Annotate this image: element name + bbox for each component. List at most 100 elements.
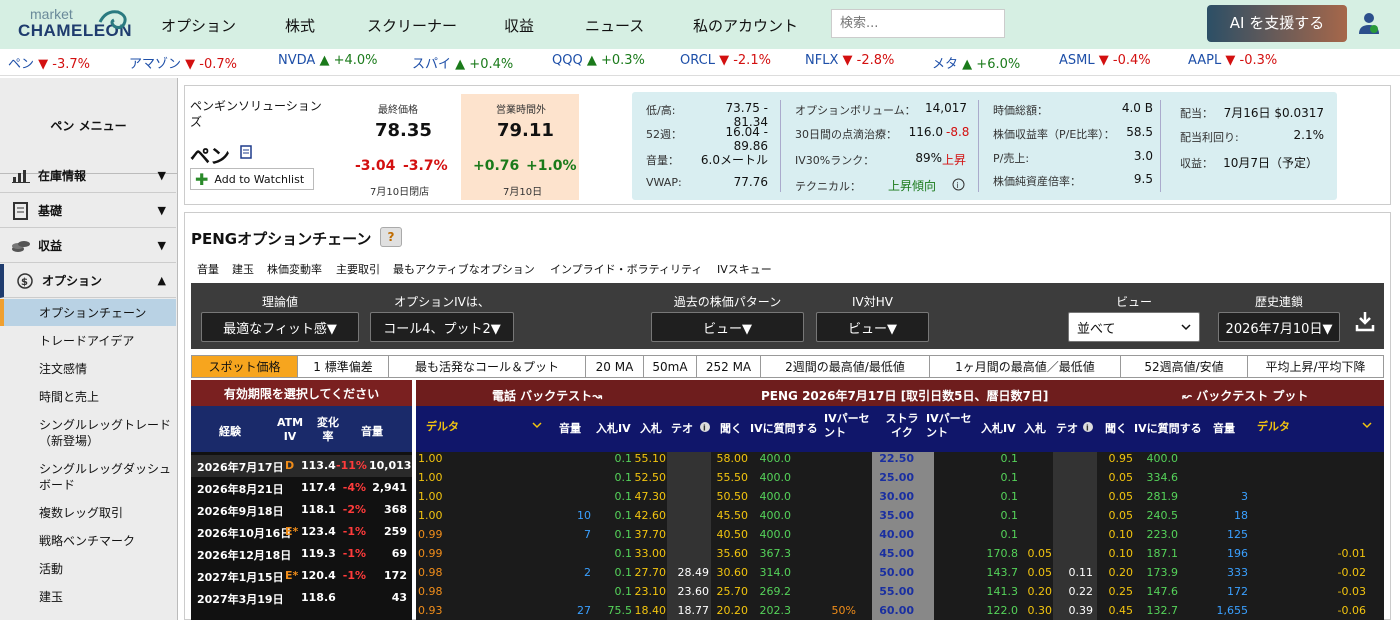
calls-backtest-link[interactable]: 電話 バックテスト↝ (492, 387, 602, 404)
nav-options[interactable]: オプション (161, 15, 236, 36)
rank-note: 上昇 (942, 153, 967, 167)
call-ask-cell: 45.50 (716, 509, 749, 522)
expiration-row[interactable]: 2027年3月19日 118.6 43 (191, 587, 412, 609)
expiration-row[interactable]: 2026年12月18日 119.3 -1% 69 (191, 543, 412, 565)
filter-1mo-high-low[interactable]: 1ヶ月間の最高値／最低値 (930, 356, 1121, 377)
tab-open-interest[interactable]: 建玉 (232, 261, 254, 277)
chain-row[interactable]: 1.00 0.1 55.10 58.00 400.0 22.50 0.1 0.95 400.0 (416, 449, 1384, 468)
info-icon[interactable]: i (1082, 421, 1094, 433)
ticker-item[interactable]: NVDA ▲ +4.0% (278, 53, 378, 68)
after-hours-change: +0.76 (473, 158, 520, 174)
sidebar-item-option-chain[interactable]: オプションチェーン (39, 305, 173, 321)
info-icon[interactable]: i (699, 421, 711, 433)
filter-252ma[interactable]: 252 MA (697, 356, 761, 377)
sidebar-item-trade-ideas[interactable]: トレードアイデア (39, 333, 173, 349)
nav-screeners[interactable]: スクリーナー (367, 15, 457, 36)
iv-hv-dropdown[interactable]: ビュー▼ (816, 312, 929, 342)
sidebar-item-multi-leg-trades[interactable]: 複数レッグ取引 (39, 505, 173, 521)
sidebar-section-stock-info[interactable]: 在庫情報 ▼ (0, 159, 176, 193)
sidebar-item-time-sales[interactable]: 時間と売上 (39, 389, 173, 405)
document-icon[interactable] (240, 145, 252, 159)
ticker-item[interactable]: ORCL ▼ -2.1% (680, 53, 771, 68)
chain-row[interactable]: 0.98 0.1 23.10 23.60 25.70 269.2 55.00 141.3 0.2… (416, 582, 1384, 601)
sidebar-item-single-leg-dashboard[interactable]: シングルレッグダッシュボード (39, 461, 173, 493)
expiration-row[interactable]: 2027年1月15日 E* 120.4 -1% 172 (191, 565, 412, 587)
search-input[interactable] (831, 9, 1005, 38)
tab-most-active[interactable]: 最もアクティブなオプション (393, 261, 535, 277)
theo-dropdown[interactable]: 最適なフィット感▼ (201, 312, 359, 342)
expiration-row[interactable]: 2026年10月16日 E* 123.4 -1% 259 (191, 521, 412, 543)
chevron-down-icon[interactable] (532, 421, 542, 429)
sidebar-section-fundamentals[interactable]: 基礎 ▼ (0, 194, 176, 228)
add-to-watchlist-button[interactable]: ✚ Add to Watchlist (190, 168, 314, 190)
expiration-list: 有効期限を選択してください 経験 ATM IV 変化率 音量 2026年7月17… (191, 380, 412, 620)
nav-earnings[interactable]: 収益 (504, 15, 534, 36)
expiration-row[interactable]: 2026年9月18日 118.1 -2% 368 (191, 499, 412, 521)
col-put-delta[interactable]: デルタ (1257, 418, 1290, 434)
user-account-icon[interactable] (1358, 11, 1380, 35)
sidebar-item-order-sentiment[interactable]: 注文感情 (39, 361, 173, 377)
tab-volume[interactable]: 音量 (197, 261, 219, 277)
company-name: ペンギンソリューションズ (190, 99, 322, 129)
tab-iv-skew[interactable]: IVスキュー (717, 261, 772, 277)
filter-1-stddev[interactable]: 1 標準偏差 (298, 356, 389, 377)
sidebar-section-earnings[interactable]: 収益 ▼ (0, 229, 176, 263)
ai-assist-button[interactable]: AI を支援する (1207, 5, 1347, 42)
call-bid-cell: 18.40 (634, 604, 667, 617)
puts-backtest-link[interactable]: ↜ バックテスト プット (1182, 387, 1308, 404)
put-delta-cell: -0.06 (1337, 604, 1366, 617)
history-dropdown[interactable]: 2026年7月10日▼ (1218, 312, 1340, 342)
filter-50ma[interactable]: 50mA (644, 356, 697, 377)
ticker-item[interactable]: ペン ▼ -3.7% (8, 53, 90, 72)
chevron-down-icon[interactable] (1362, 421, 1372, 429)
tab-price-change[interactable]: 株価変動率 (267, 261, 322, 277)
ticker-item[interactable]: ASML ▼ -0.4% (1059, 53, 1151, 68)
expiration-row[interactable]: 2026年8月21日 117.4 -4% 2,941 (191, 477, 412, 499)
call-ask-cell: 40.50 (716, 528, 749, 541)
filter-52wk-high-low[interactable]: 52週高値/安値 (1121, 356, 1248, 377)
ticker-item[interactable]: メタ ▲ +6.0% (932, 53, 1020, 72)
info-icon[interactable]: i (952, 178, 965, 191)
filter-spot-price[interactable]: スポット価格 (192, 356, 298, 377)
chain-row[interactable]: 1.00 0.1 47.30 50.50 400.0 30.00 0.1 0.05 281.9 3 (416, 487, 1384, 506)
ticker-symbol: ペン (190, 144, 230, 168)
col-call-delta[interactable]: デルタ (426, 418, 459, 434)
filter-20ma[interactable]: 20 MA (586, 356, 644, 377)
last-date: 7月10日閉店 (370, 187, 430, 198)
call-ask-iv-cell: 314.0 (759, 566, 792, 579)
pattern-dropdown[interactable]: ビュー▼ (651, 312, 804, 342)
sidebar-item-single-leg-trades[interactable]: シングルレッグトレード（新登場） (39, 417, 173, 449)
ticker-item[interactable]: AAPL ▼ -0.3% (1188, 53, 1277, 68)
sidebar-section-options[interactable]: $ オプション ▲ (0, 264, 176, 298)
sidebar-item-open-interest[interactable]: 建玉 (39, 589, 173, 605)
nav-stocks[interactable]: 株式 (285, 15, 315, 36)
chain-row[interactable]: 0.99 7 0.1 37.70 40.50 400.0 40.00 0.1 0.10 223.0… (416, 525, 1384, 544)
chain-row[interactable]: 0.93 27 75.5 18.40 18.77 20.20 202.3 50% 60.00 12… (416, 601, 1384, 620)
ticker-item[interactable]: NFLX ▼ -2.8% (805, 53, 894, 68)
expiration-row[interactable]: 2026年7月17日 D 113.4 -11% 10,013 (191, 455, 412, 477)
filter-2wk-high-low[interactable]: 2週間の最高値/最低値 (761, 356, 930, 377)
iv-dropdown[interactable]: コール4、プット2▼ (370, 312, 514, 342)
chain-row[interactable]: 1.00 10 0.1 42.60 45.50 400.0 35.00 0.1 0.05 240.… (416, 506, 1384, 525)
tab-major-trades[interactable]: 主要取引 (336, 261, 380, 277)
nav-news[interactable]: ニュース (585, 15, 644, 36)
filter-most-active[interactable]: 最も活発なコール＆プット (389, 356, 586, 377)
ticker-item[interactable]: QQQ ▲ +0.3% (552, 53, 645, 68)
help-button[interactable]: ? (380, 227, 402, 247)
ticker-item[interactable]: アマゾン ▼ -0.7% (129, 53, 237, 72)
nav-my-account[interactable]: 私のアカウント (693, 15, 798, 36)
chain-row[interactable]: 0.98 2 0.1 27.70 28.49 30.60 314.0 50.00 143.7 0.… (416, 563, 1384, 582)
chain-row[interactable]: 1.00 0.1 52.50 55.50 400.0 25.00 0.1 0.05 334.6 (416, 468, 1384, 487)
download-icon[interactable] (1355, 310, 1375, 332)
chevron-down-icon (1181, 324, 1191, 331)
chain-row[interactable]: 0.99 0.1 33.00 35.60 367.3 45.00 170.8 0.05 0.10… (416, 544, 1384, 563)
sidebar-item-strategy-benchmarks[interactable]: 戦略ベンチマーク (39, 533, 173, 549)
stat-value: 2.1% (1293, 128, 1325, 142)
tab-implied-volatility[interactable]: インプライド・ボラティリティ (550, 261, 702, 277)
filter-avg-up-down[interactable]: 平均上昇/平均下降 (1248, 356, 1383, 377)
ticker-item[interactable]: スパイ ▲ +0.4% (412, 53, 513, 72)
stat-label: VWAP: (646, 176, 682, 189)
brand-logo[interactable]: market CHAMELEON (16, 6, 136, 44)
sidebar-item-activity[interactable]: 活動 (39, 561, 173, 577)
view-select[interactable]: 並べて (1068, 312, 1200, 342)
